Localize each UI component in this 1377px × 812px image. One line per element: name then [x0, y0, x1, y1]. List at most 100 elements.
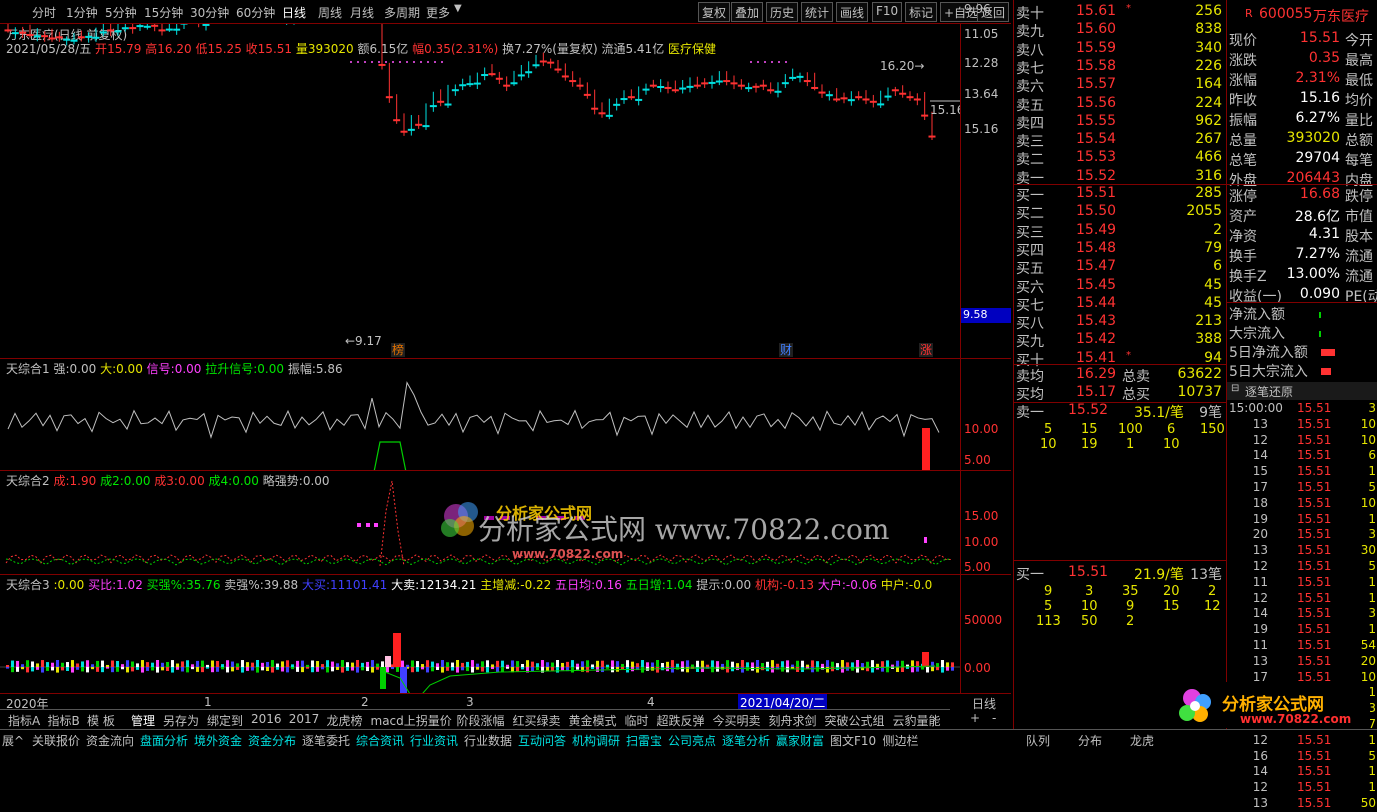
- feature-tab[interactable]: 展^: [2, 732, 24, 749]
- sell-level[interactable]: 卖六15.57164: [1014, 76, 1226, 94]
- period-0[interactable]: 分时: [32, 4, 56, 21]
- flow-bar: [251, 667, 254, 670]
- period-5[interactable]: 60分钟: [236, 4, 275, 21]
- buy-level[interactable]: 买四15.4879: [1014, 240, 1226, 258]
- tab-scroll[interactable]: + -: [964, 710, 1012, 728]
- chart-area: 万东医疗(日线 前复权) 2021/05/28/五 开15.79 高16.20 …: [0, 24, 1011, 694]
- indicator-tab[interactable]: macd上拐量价: [371, 712, 452, 729]
- feature-tab[interactable]: 行业资讯: [410, 732, 458, 749]
- candle-body: [100, 32, 106, 33]
- candle-body: [467, 84, 473, 85]
- indicator-tab[interactable]: 龙虎榜: [327, 712, 363, 729]
- tabs-right-arrow-icon[interactable]: ›: [932, 712, 937, 726]
- feature-tab[interactable]: 图文F10: [830, 732, 876, 749]
- feature-tab[interactable]: 境外资金: [194, 732, 242, 749]
- sell-level[interactable]: 卖九15.60838: [1014, 21, 1226, 39]
- ind3-chart[interactable]: [0, 590, 960, 694]
- period-8[interactable]: 月线: [350, 4, 374, 21]
- feature-tab[interactable]: 赢家财富: [776, 732, 824, 749]
- period-1[interactable]: 1分钟: [66, 4, 98, 21]
- indicator-tab[interactable]: 绑定到: [207, 712, 243, 729]
- indicator-tab[interactable]: 红买绿卖: [513, 712, 561, 729]
- feature-tab[interactable]: 行业数据: [464, 732, 512, 749]
- indicator-tab[interactable]: 模 板: [87, 712, 115, 729]
- buy-level[interactable]: 买七15.4445: [1014, 295, 1226, 313]
- period-3[interactable]: 15分钟: [144, 4, 183, 21]
- sell-level[interactable]: 卖十15.61*256: [1014, 3, 1226, 21]
- toolbar-button-0[interactable]: 复权: [698, 2, 730, 22]
- feature-tab[interactable]: 资金流向: [86, 732, 134, 749]
- feature-tab[interactable]: 综合资讯: [356, 732, 404, 749]
- buy-level[interactable]: 买一15.51285: [1014, 185, 1226, 203]
- feature-tab[interactable]: 扫雷宝: [626, 732, 662, 749]
- ticks-header[interactable]: ⊟逐笔还原: [1227, 382, 1377, 400]
- buy-level[interactable]: 买九15.42388: [1014, 331, 1226, 349]
- indicator-tab[interactable]: 指标B: [48, 712, 80, 729]
- indicator-tab[interactable]: 2016: [251, 712, 282, 726]
- feature-tab[interactable]: 盘面分析: [140, 732, 188, 749]
- ind2-tick: 15.00: [964, 509, 998, 523]
- indicator-tab[interactable]: 指标A: [8, 712, 40, 729]
- period-2[interactable]: 5分钟: [105, 4, 137, 21]
- indicator-tab[interactable]: 临时: [625, 712, 649, 729]
- toolbar-button-3[interactable]: 统计: [801, 2, 833, 22]
- minus-icon[interactable]: -: [992, 711, 996, 725]
- period-6[interactable]: 日线: [282, 4, 306, 21]
- indicator-tab[interactable]: 2017: [289, 712, 320, 726]
- indicator-tab[interactable]: 另存为: [163, 712, 199, 729]
- toolbar-button-2[interactable]: 历史: [766, 2, 798, 22]
- sell-level[interactable]: 卖八15.59340: [1014, 40, 1226, 58]
- sell-level[interactable]: 卖七15.58226: [1014, 58, 1226, 76]
- toolbar-button-4[interactable]: 画线: [836, 2, 868, 22]
- plus-icon[interactable]: +: [970, 711, 980, 725]
- buy-level[interactable]: 买八15.43213: [1014, 313, 1226, 331]
- right-tab[interactable]: 队列: [1026, 732, 1050, 749]
- feature-tab[interactable]: 逐笔分析: [722, 732, 770, 749]
- toolbar-button-1[interactable]: 叠加: [731, 2, 763, 22]
- flow-bar: [926, 667, 929, 672]
- feature-tab[interactable]: 机构调研: [572, 732, 620, 749]
- indicator-tab[interactable]: 管理: [131, 712, 155, 729]
- buy-level[interactable]: 买三15.492: [1014, 222, 1226, 240]
- collapse-icon[interactable]: ⊟: [1231, 383, 1239, 394]
- caret-down-icon[interactable]: ▼: [454, 3, 462, 14]
- indicator-tab[interactable]: 超跌反弹: [657, 712, 705, 729]
- period-4[interactable]: 30分钟: [190, 4, 229, 21]
- tick-volume: 1: [1368, 733, 1376, 747]
- signal-dot: [441, 61, 443, 63]
- sell-level[interactable]: 卖二15.53466: [1014, 149, 1226, 167]
- indicator-tab[interactable]: 刻舟求剑: [769, 712, 817, 729]
- right-tab[interactable]: 分布: [1078, 732, 1102, 749]
- feature-tab[interactable]: 逐笔委托: [302, 732, 350, 749]
- toolbar-button-5[interactable]: F10: [872, 2, 902, 22]
- period-9[interactable]: 多周期: [384, 4, 420, 21]
- feature-tab[interactable]: 侧边栏: [883, 732, 919, 749]
- ind1-chart[interactable]: [0, 359, 960, 471]
- indicator-tab[interactable]: 今买明卖: [713, 712, 761, 729]
- right-tab[interactable]: 龙虎: [1130, 732, 1154, 749]
- feature-tab[interactable]: 资金分布: [248, 732, 296, 749]
- buy-level[interactable]: 买五15.476: [1014, 258, 1226, 276]
- sell-level[interactable]: 卖三15.54267: [1014, 131, 1226, 149]
- buy-level[interactable]: 买二15.502055: [1014, 203, 1226, 221]
- flow-bar: [56, 667, 59, 673]
- flow-bar: [111, 661, 114, 667]
- feature-tab[interactable]: 关联报价: [32, 732, 80, 749]
- candle-body: [93, 37, 99, 38]
- toolbar-button-6[interactable]: 标记: [905, 2, 937, 22]
- period-10[interactable]: 更多: [426, 4, 450, 21]
- time-month-1: 1: [204, 695, 212, 709]
- indicator-tab[interactable]: 阶段涨幅: [457, 712, 505, 729]
- period-7[interactable]: 周线: [318, 4, 342, 21]
- sell-level[interactable]: 卖一15.52316: [1014, 168, 1226, 186]
- buy-level[interactable]: 买六15.4545: [1014, 277, 1226, 295]
- kline-chart[interactable]: 16.20→←9.1715.16榜财涨: [0, 24, 960, 359]
- feature-tab[interactable]: 互动问答: [518, 732, 566, 749]
- flow-bar: [16, 667, 19, 672]
- r-badge: R: [1245, 7, 1253, 20]
- feature-tab[interactable]: 公司亮点: [668, 732, 716, 749]
- sell-level[interactable]: 卖四15.55962: [1014, 113, 1226, 131]
- sell-level[interactable]: 卖五15.56224: [1014, 95, 1226, 113]
- indicator-tab[interactable]: 黄金模式: [569, 712, 617, 729]
- indicator-tab[interactable]: 突破公式组: [825, 712, 885, 729]
